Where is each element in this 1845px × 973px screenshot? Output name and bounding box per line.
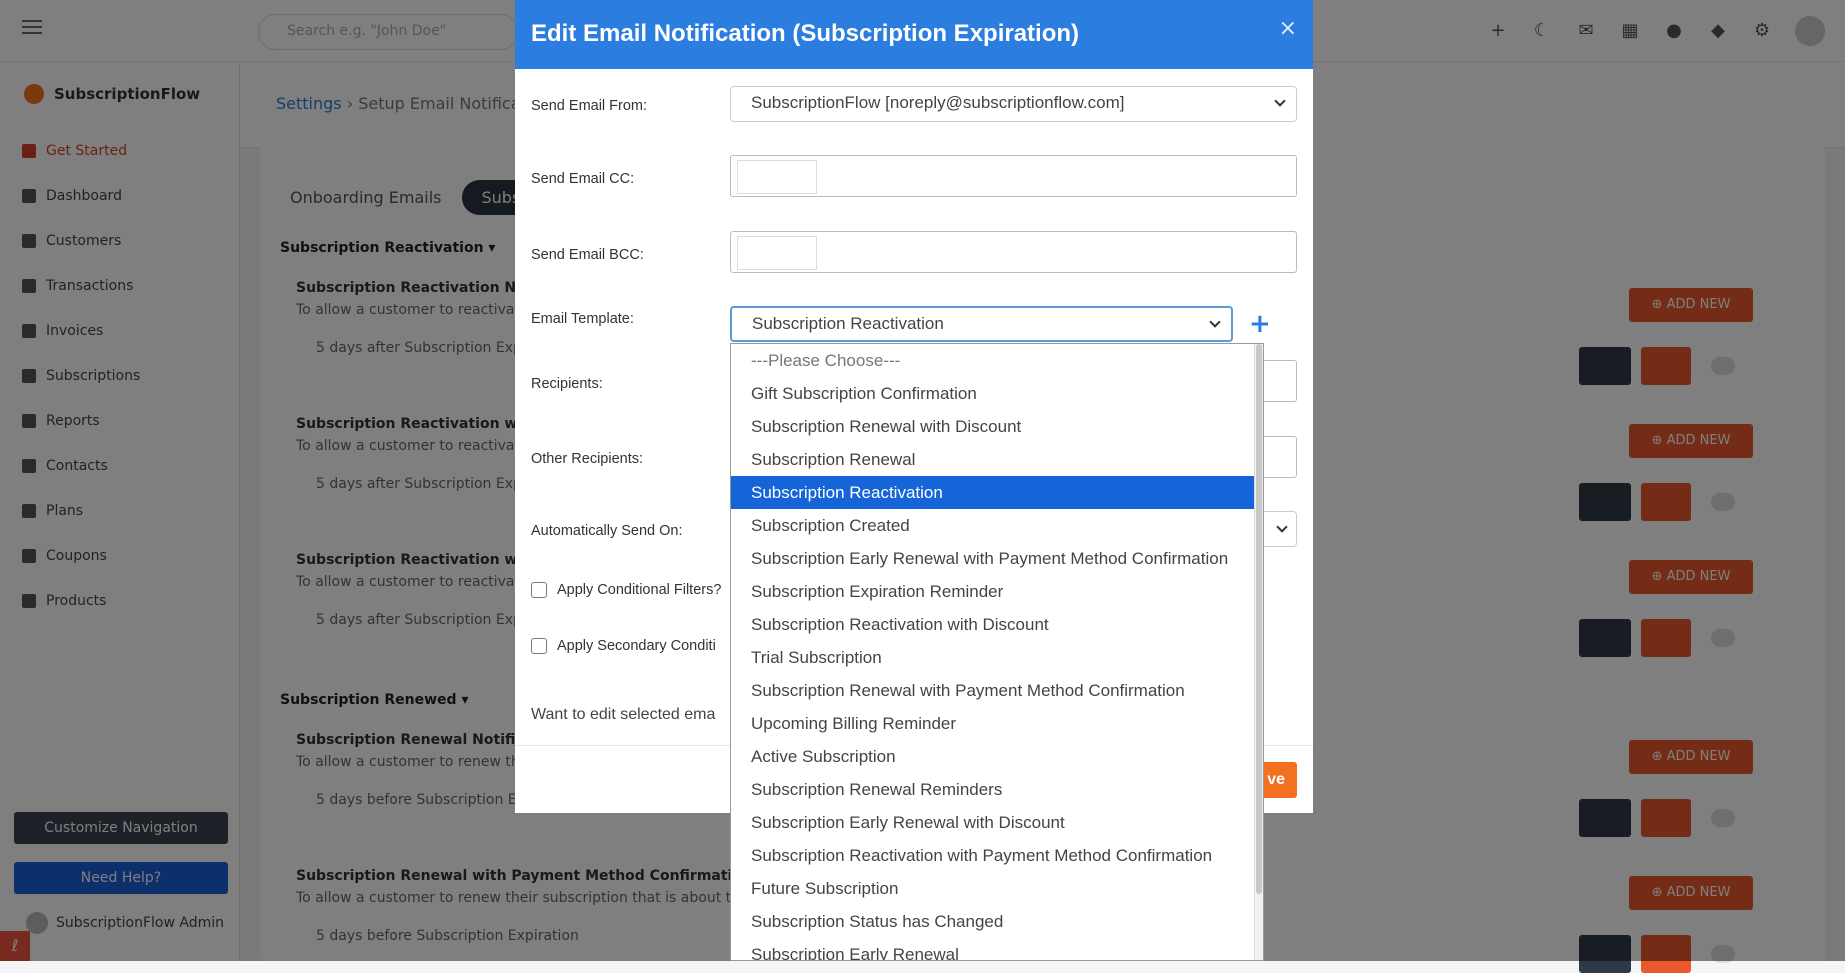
dropdown-scrollbar[interactable] <box>1254 344 1263 960</box>
checkbox-box[interactable] <box>531 638 547 654</box>
conditional-filters-label: Apply Conditional Filters? <box>557 582 722 598</box>
chevron-down-icon <box>1274 95 1286 107</box>
scrollbar-thumb[interactable] <box>1256 344 1262 894</box>
bcc-tag-input[interactable] <box>737 236 817 270</box>
dropdown-option[interactable]: Upcoming Billing Reminder <box>731 707 1254 740</box>
conditional-filters-checkbox[interactable]: Apply Conditional Filters? <box>531 582 721 598</box>
modal-header: Edit Email Notification (Subscription Ex… <box>515 0 1313 69</box>
dropdown-option[interactable]: Subscription Renewal Reminders <box>731 773 1254 806</box>
other-recipients-field[interactable] <box>1263 436 1297 478</box>
dropdown-option[interactable]: Subscription Created <box>731 509 1254 542</box>
secondary-conditions-checkbox[interactable]: Apply Secondary Conditi <box>531 638 716 654</box>
modal-title: Edit Email Notification (Subscription Ex… <box>531 20 1080 47</box>
email-template-value: Subscription Reactivation <box>752 314 944 333</box>
recipients-field[interactable] <box>1263 360 1297 402</box>
bcc-field[interactable] <box>730 231 1297 273</box>
cc-tag-input[interactable] <box>737 160 817 194</box>
bcc-label: Send Email BCC: <box>531 247 644 263</box>
secondary-conditions-label: Apply Secondary Conditi <box>557 638 716 654</box>
dropdown-option[interactable]: Subscription Reactivation with Discount <box>731 608 1254 641</box>
edit-template-prompt: Want to edit selected ema <box>531 706 716 723</box>
dropdown-options: ---Please Choose--- Gift Subscription Con… <box>731 344 1263 960</box>
dropdown-option[interactable]: Future Subscription <box>731 872 1254 905</box>
dropdown-option[interactable]: Subscription Expiration Reminder <box>731 575 1254 608</box>
dropdown-option[interactable]: Subscription Early Renewal with Discount <box>731 806 1254 839</box>
chevron-down-icon <box>1276 521 1288 533</box>
dropdown-option[interactable]: Subscription Status has Changed <box>731 905 1254 938</box>
close-icon[interactable]: × <box>1279 16 1297 41</box>
cc-field[interactable] <box>730 155 1297 197</box>
dropdown-option[interactable]: Trial Subscription <box>731 641 1254 674</box>
dropdown-option[interactable]: Subscription Renewal with Payment Method… <box>731 674 1254 707</box>
dropdown-option[interactable]: Subscription Renewal with Discount <box>731 410 1254 443</box>
checkbox-box[interactable] <box>531 582 547 598</box>
add-template-icon[interactable]: + <box>1249 309 1271 339</box>
dropdown-option[interactable]: Active Subscription <box>731 740 1254 773</box>
cc-label: Send Email CC: <box>531 171 635 187</box>
auto-send-select[interactable] <box>1263 511 1297 547</box>
send-from-label: Send Email From: <box>531 98 648 114</box>
auto-send-label: Automatically Send On: <box>531 523 683 539</box>
dropdown-option[interactable]: Subscription Early Renewal with Payment … <box>731 542 1254 575</box>
dropdown-option[interactable]: Gift Subscription Confirmation <box>731 377 1254 410</box>
dropdown-option[interactable]: Subscription Renewal <box>731 443 1254 476</box>
send-from-select[interactable]: SubscriptionFlow [noreply@subscriptionfl… <box>730 86 1297 122</box>
email-template-select[interactable]: Subscription Reactivation <box>730 306 1233 342</box>
send-from-value: SubscriptionFlow [noreply@subscriptionfl… <box>751 93 1125 112</box>
recipients-label: Recipients: <box>531 376 603 392</box>
dropdown-option[interactable]: Subscription Reactivation with Payment M… <box>731 839 1254 872</box>
dropdown-option[interactable]: ---Please Choose--- <box>731 344 1254 377</box>
chevron-down-icon <box>1209 316 1221 328</box>
email-template-dropdown-list: ---Please Choose--- Gift Subscription Con… <box>730 343 1264 961</box>
dropdown-option[interactable]: Subscription Reactivation <box>731 476 1254 509</box>
template-label: Email Template: <box>531 311 634 327</box>
other-recipients-label: Other Recipients: <box>531 451 644 467</box>
dropdown-option[interactable]: Subscription Early Renewal <box>731 938 1254 960</box>
